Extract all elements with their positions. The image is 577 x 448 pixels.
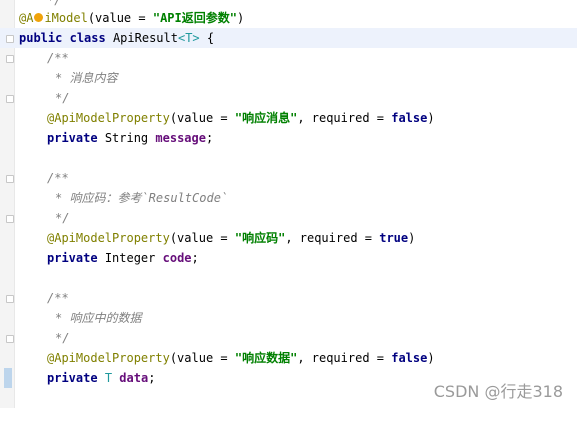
annotation-name: iModel — [44, 11, 88, 25]
code-line: */ — [0, 328, 577, 348]
semicolon: ; — [191, 251, 199, 265]
fold-icon[interactable] — [6, 95, 14, 103]
annotation-name: @ApiModelProperty — [47, 231, 170, 245]
annotation-at: @A — [19, 11, 34, 25]
doc-comment-text: * 响应码：参考`ResultCode` — [55, 191, 229, 205]
annotation-line: @A iModel(value = "API返回参数") — [19, 8, 244, 28]
fold-icon[interactable] — [6, 295, 14, 303]
annotation-params: , required = — [285, 231, 380, 245]
field-name: data — [119, 371, 149, 385]
doc-comment-start: /** — [47, 51, 69, 65]
fold-icon[interactable] — [6, 55, 14, 63]
field-declaration: private String message; — [47, 128, 213, 148]
lightbulb-icon[interactable] — [34, 13, 44, 22]
annotation-line: @ApiModelProperty(value = "响应消息", requir… — [47, 108, 435, 128]
annotation-params: , required = — [297, 351, 392, 365]
watermark: CSDN @行走318 — [433, 382, 563, 401]
code-line: * 消息内容 — [0, 68, 577, 88]
keyword-class: class — [69, 31, 106, 45]
code-line: @ApiModelProperty(value = "响应码", require… — [0, 228, 577, 248]
annotation-params: (value = — [169, 351, 235, 365]
type-name: Integer — [104, 251, 156, 265]
caret-line: public class ApiResult<T> { — [0, 28, 577, 48]
string-literal: "API返回参数" — [152, 11, 237, 25]
paren-close: ) — [427, 351, 435, 365]
keyword-public: public — [19, 31, 63, 45]
fold-icon[interactable] — [6, 335, 14, 343]
boolean-literal: false — [391, 351, 428, 365]
annotation-line: @ApiModelProperty(value = "响应数据", requir… — [47, 348, 435, 368]
code-line: * 响应码：参考`ResultCode` — [0, 188, 577, 208]
code-line: */ — [0, 208, 577, 228]
semicolon: ; — [205, 131, 214, 145]
code-line: * 响应中的数据 — [0, 308, 577, 328]
annotation-name: @ApiModelProperty — [47, 111, 170, 125]
type-parameter: <T> — [177, 31, 200, 45]
code-line: @ApiModelProperty(value = "响应数据", requir… — [0, 348, 577, 368]
doc-comment-end: */ — [55, 211, 70, 225]
paren-close: ) — [427, 111, 435, 125]
doc-comment-text: * 响应中的数据 — [55, 311, 142, 325]
doc-comment-end: */ — [55, 91, 70, 105]
class-declaration: public class ApiResult<T> { — [19, 28, 214, 48]
type-name: String — [104, 131, 149, 145]
string-literal: "响应码" — [234, 231, 286, 245]
doc-comment-end: */ — [55, 331, 70, 345]
brace-open: { — [199, 31, 215, 45]
doc-comment-start: /** — [47, 171, 69, 185]
code-line: /** — [0, 288, 577, 308]
fold-icon[interactable] — [6, 175, 14, 183]
class-name: ApiResult — [112, 31, 178, 45]
field-name: code — [162, 251, 192, 265]
code-line: private Integer code; — [0, 248, 577, 268]
change-marker[interactable] — [4, 368, 12, 388]
annotation-name: @ApiModelProperty — [47, 351, 170, 365]
field-name: message — [155, 131, 206, 145]
type-name: T — [104, 371, 113, 385]
fold-icon[interactable] — [6, 215, 14, 223]
string-literal: "响应数据" — [234, 351, 298, 365]
boolean-literal: true — [379, 231, 409, 245]
code-line: /** — [0, 48, 577, 68]
semicolon: ; — [148, 371, 156, 385]
annotation-params: (value = — [169, 111, 235, 125]
string-literal: "响应消息" — [234, 111, 298, 125]
keyword-private: private — [47, 131, 98, 145]
paren-close: ) — [408, 231, 416, 245]
fold-icon[interactable] — [6, 35, 14, 43]
doc-comment-start: /** — [47, 291, 69, 305]
boolean-literal: false — [391, 111, 428, 125]
field-declaration: private T data; — [47, 368, 155, 388]
code-line: private String message; — [0, 128, 577, 148]
annotation-params: (value = — [87, 11, 153, 25]
doc-comment-text: * 消息内容 — [55, 71, 118, 85]
code-line: @A iModel(value = "API返回参数") — [0, 8, 577, 28]
code-line: /** — [0, 168, 577, 188]
paren-close: ) — [236, 11, 245, 25]
keyword-private: private — [47, 371, 98, 385]
code-line: */ — [0, 88, 577, 108]
field-declaration: private Integer code; — [47, 248, 199, 268]
keyword-private: private — [47, 251, 98, 265]
code-line: @ApiModelProperty(value = "响应消息", requir… — [0, 108, 577, 128]
annotation-params: (value = — [169, 231, 235, 245]
annotation-params: , required = — [297, 111, 392, 125]
code-editor[interactable]: */ @A iModel(value = "API返回参数") public cl… — [0, 0, 577, 408]
annotation-line: @ApiModelProperty(value = "响应码", require… — [47, 228, 415, 248]
